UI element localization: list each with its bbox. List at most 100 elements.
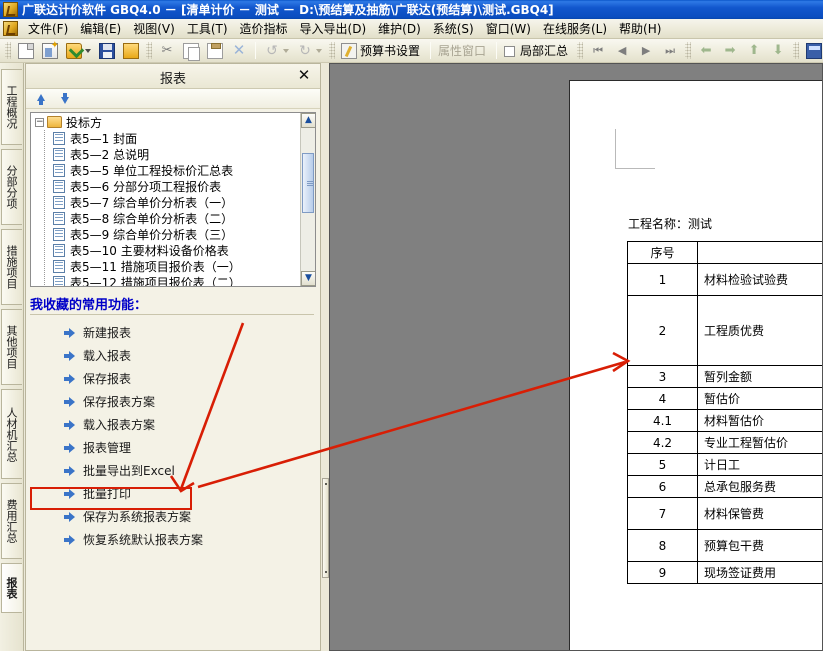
new-project-icon xyxy=(42,40,59,59)
chevron-down-icon[interactable] xyxy=(316,48,322,53)
favorite-restore-default-scheme[interactable]: 恢复系统默认报表方案 xyxy=(64,528,314,551)
table-row: 8 预算包干费 xyxy=(627,529,822,562)
toolbar-grip-3[interactable] xyxy=(329,42,335,59)
tree-item[interactable]: 表5—8 综合单价分析表（二） xyxy=(31,210,300,226)
report-preview-area[interactable]: 工程名称：测试 序号 1 材料检验试验费 2 工程质优费 3 暂列金额 4 暂估价 4.… xyxy=(329,63,823,651)
copy-button[interactable] xyxy=(180,41,202,61)
sidebar-item-measure-items[interactable]: 措施项目 xyxy=(1,229,22,305)
cell-name: 材料暂估价 xyxy=(697,409,822,432)
chevron-down-icon[interactable] xyxy=(85,48,91,53)
move-down-button[interactable]: ⬇ xyxy=(767,41,789,61)
favorite-report-management[interactable]: 报表管理 xyxy=(64,436,314,459)
move-right-button[interactable]: ➡ xyxy=(719,41,741,61)
menu-item-edit[interactable]: 编辑(E) xyxy=(74,18,127,39)
sidebar-item-division-items[interactable]: 分部分项 xyxy=(1,149,22,225)
move-up-button[interactable]: ⬆ xyxy=(743,41,765,61)
local-summary-button[interactable]: 局部汇总 xyxy=(502,41,573,61)
menu-item-online-service[interactable]: 在线服务(L) xyxy=(537,18,613,39)
menu-item-help[interactable]: 帮助(H) xyxy=(613,18,667,39)
favorite-load-report[interactable]: 载入报表 xyxy=(64,344,314,367)
project-name-label: 工程名称：测试 xyxy=(628,217,713,231)
tree-item[interactable]: 表5—11 措施项目报价表（一） xyxy=(31,258,300,274)
arrow-right-icon xyxy=(64,373,76,384)
menu-item-file[interactable]: 文件(F) xyxy=(22,18,74,39)
tree-item-label: 表5—1 封面 xyxy=(70,131,138,146)
menu-item-system[interactable]: 系统(S) xyxy=(427,18,480,39)
tree-item[interactable]: 表5—5 单位工程投标价汇总表 xyxy=(31,162,300,178)
tree-root-node[interactable]: − 投标方 xyxy=(31,114,300,130)
menu-item-cost-index[interactable]: 造价指标 xyxy=(234,18,294,39)
sidebar-item-project-overview[interactable]: 工程概况 xyxy=(1,69,22,145)
calculator-button[interactable] xyxy=(803,41,823,61)
tree-item[interactable]: 表5—9 综合单价分析表（三） xyxy=(31,226,300,242)
table-row: 4 暂估价 xyxy=(627,387,822,410)
delete-button[interactable]: ✕ xyxy=(228,41,250,61)
move-up-icon[interactable] xyxy=(34,92,48,106)
sidebar-item-resource-summary[interactable]: 人材机汇总 xyxy=(1,389,22,479)
tree-item[interactable]: 表5—1 封面 xyxy=(31,130,300,146)
sidebar-item-other-items[interactable]: 其他项目 xyxy=(1,309,22,385)
undo-button[interactable]: ↺ xyxy=(261,41,292,61)
table-row: 1 材料检验试验费 xyxy=(627,263,822,296)
last-record-button[interactable]: ⏭ xyxy=(659,41,681,61)
cell-name: 工程质优费 xyxy=(697,295,822,366)
toolbar-grip-6[interactable] xyxy=(793,42,800,59)
favorite-batch-export-to-excel[interactable]: 批量导出到Excel xyxy=(64,459,314,482)
open-button[interactable] xyxy=(63,41,94,61)
redo-button[interactable]: ↻ xyxy=(294,41,325,61)
favorite-save-report-scheme[interactable]: 保存报表方案 xyxy=(64,390,314,413)
scrollbar-thumb[interactable] xyxy=(302,153,314,213)
checkbox-icon[interactable] xyxy=(504,46,516,57)
tree-scrollbar[interactable]: ▲ ▼ xyxy=(300,113,315,286)
tree-item[interactable]: 表5—2 总说明 xyxy=(31,146,300,162)
scroll-down-button[interactable]: ▼ xyxy=(301,271,315,286)
budget-settings-button[interactable]: 预算书设置 xyxy=(339,41,425,61)
favorite-label: 报表管理 xyxy=(83,441,132,455)
move-down-icon[interactable] xyxy=(58,92,72,106)
sidebar-item-reports[interactable]: 报表 xyxy=(1,563,22,613)
chevron-down-icon[interactable] xyxy=(283,48,289,53)
tree-item[interactable]: 表5—7 综合单价分析表（一） xyxy=(31,194,300,210)
menu-item-maintenance[interactable]: 维护(D) xyxy=(372,18,427,39)
cell-name: 材料检验试验费 xyxy=(697,263,822,296)
favorite-new-report[interactable]: 新建报表 xyxy=(64,321,314,344)
cell-name: 计日工 xyxy=(697,453,822,476)
paste-button[interactable] xyxy=(204,41,226,61)
toolbar-grip-5[interactable] xyxy=(685,42,692,59)
sidebar-item-cost-summary[interactable]: 费用汇总 xyxy=(1,483,22,559)
tree-item[interactable]: 表5—12 措施项目报价表（二） xyxy=(31,274,300,286)
application-window: 广联达计价软件 GBQ4.0 － [清单计价 － 测试 － D:\预结算及抽筋\… xyxy=(0,0,823,651)
tree-item[interactable]: 表5—6 分部分项工程报价表 xyxy=(31,178,300,194)
close-icon[interactable]: ✕ xyxy=(296,67,312,83)
menu-item-import-export[interactable]: 导入导出(D) xyxy=(294,18,373,39)
report-table: 序号 1 材料检验试验费 2 工程质优费 3 暂列金额 4 暂估价 4.1 材料暂估价 4… xyxy=(627,241,822,584)
new-button[interactable] xyxy=(15,41,37,61)
save-button[interactable] xyxy=(96,41,118,61)
first-record-button[interactable]: ⏮ xyxy=(587,41,609,61)
local-summary-label: 局部汇总 xyxy=(520,43,569,58)
property-window-button[interactable]: 属性窗口 xyxy=(436,41,491,61)
prev-record-button[interactable]: ◀ xyxy=(611,41,633,61)
toolbar-grip-2[interactable] xyxy=(146,42,152,59)
move-left-button[interactable]: ⬅ xyxy=(695,41,717,61)
menu-item-view[interactable]: 视图(V) xyxy=(127,18,181,39)
highlight-box-batch-export xyxy=(30,487,192,510)
toolbar-grip[interactable] xyxy=(5,42,11,59)
collapse-icon[interactable]: − xyxy=(35,117,44,127)
cell-no: 9 xyxy=(627,561,698,584)
new-project-button[interactable] xyxy=(39,40,61,61)
scroll-up-button[interactable]: ▲ xyxy=(301,113,315,128)
cut-button[interactable]: ✂ xyxy=(156,41,178,61)
next-record-button[interactable]: ▶ xyxy=(635,41,657,61)
open-recent-button[interactable] xyxy=(120,41,142,61)
menu-item-window[interactable]: 窗口(W) xyxy=(480,18,537,39)
splitter-grip[interactable] xyxy=(322,478,329,578)
divider xyxy=(30,314,314,315)
report-tree[interactable]: − 投标方 表5—1 封面 表5—2 总说明 表5—5 单位工程投标价汇总表 表… xyxy=(30,112,316,287)
toolbar-grip-4[interactable] xyxy=(577,42,584,59)
report-sheet-icon xyxy=(53,195,65,209)
menu-item-tools[interactable]: 工具(T) xyxy=(181,18,234,39)
favorite-load-report-scheme[interactable]: 载入报表方案 xyxy=(64,413,314,436)
tree-item[interactable]: 表5—10 主要材料设备价格表 xyxy=(31,242,300,258)
favorite-save-report[interactable]: 保存报表 xyxy=(64,367,314,390)
